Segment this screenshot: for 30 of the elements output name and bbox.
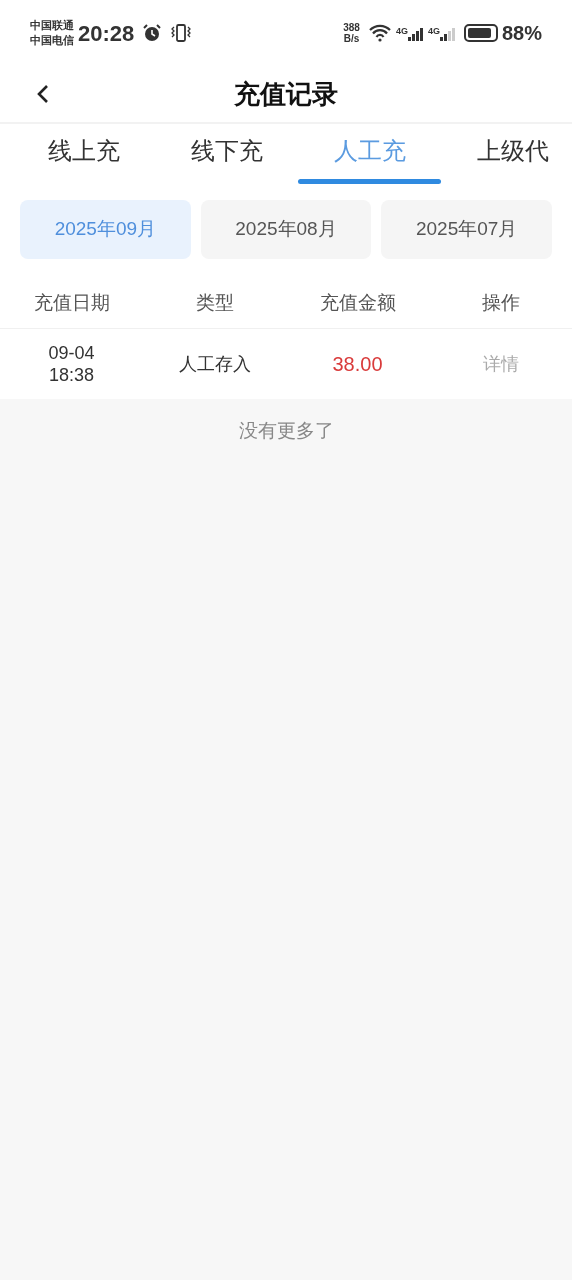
tab[interactable]: 线上充 bbox=[12, 124, 155, 186]
column-header: 充值日期 bbox=[32, 291, 111, 316]
wifi-icon bbox=[367, 24, 392, 42]
battery-percent: 88% bbox=[501, 21, 542, 46]
record-type: 人工存入 bbox=[177, 352, 252, 376]
network-type: 4G bbox=[427, 25, 440, 38]
tab[interactable]: 上级代 bbox=[441, 124, 572, 186]
tab[interactable]: 线下充 bbox=[155, 124, 298, 186]
network-speed: 388 bbox=[343, 22, 360, 33]
network-type: 4G bbox=[395, 25, 408, 38]
month-filter[interactable]: 2025年07月 bbox=[381, 200, 552, 259]
carrier-name: 中国电信 bbox=[30, 33, 74, 48]
record-time: 18:38 bbox=[48, 364, 94, 386]
column-header: 类型 bbox=[194, 291, 235, 316]
signal-icon bbox=[407, 25, 424, 41]
record-amount: 38.00 bbox=[331, 352, 384, 377]
page-title: 充值记录 bbox=[234, 77, 338, 111]
month-filter[interactable]: 2025年08月 bbox=[200, 200, 372, 259]
vibrate-icon bbox=[170, 23, 193, 43]
column-header: 操作 bbox=[480, 291, 521, 316]
clock-time: 20:28 bbox=[78, 19, 135, 48]
record-date: 09-04 bbox=[48, 342, 95, 364]
alarm-icon bbox=[142, 23, 163, 43]
battery-icon bbox=[463, 24, 498, 42]
end-of-list-note: 没有更多了 bbox=[238, 419, 334, 443]
signal-icon bbox=[439, 25, 456, 41]
column-header: 充值金额 bbox=[318, 291, 397, 316]
speed-unit: B/s bbox=[343, 33, 360, 44]
chevron-left-icon bbox=[36, 83, 50, 105]
carrier-name: 中国联通 bbox=[30, 18, 74, 33]
